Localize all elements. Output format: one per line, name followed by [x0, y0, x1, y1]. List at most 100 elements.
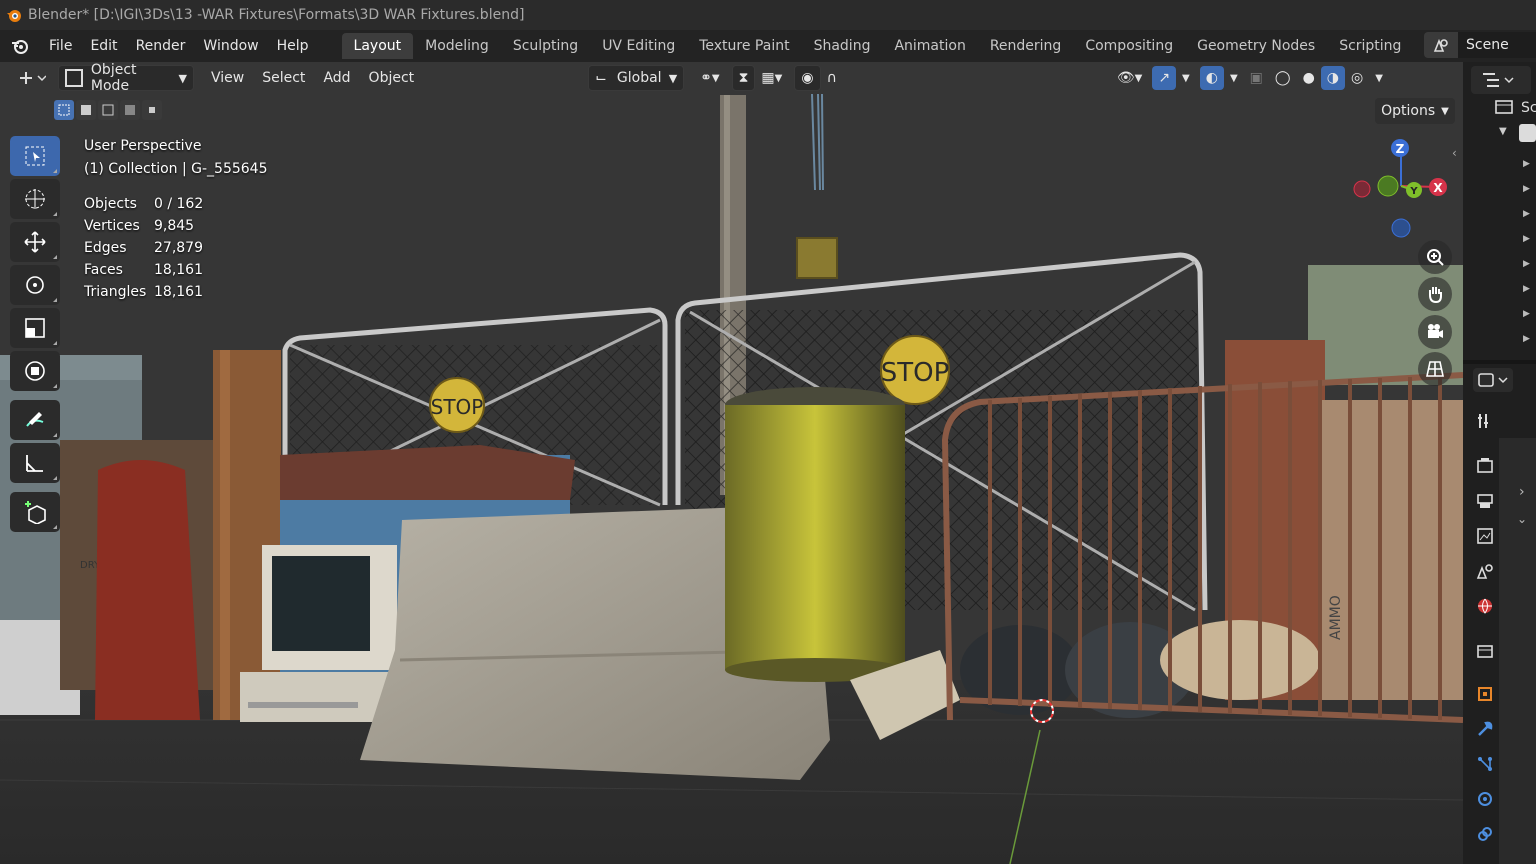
tool-properties-icon[interactable] — [1474, 410, 1496, 432]
render-properties-icon[interactable] — [1474, 455, 1496, 477]
camera-view-icon[interactable] — [1418, 315, 1452, 349]
gizmo-toggle-icon[interactable]: ↗ — [1152, 66, 1177, 90]
wireframe-shading-icon[interactable]: ◯ — [1269, 66, 1297, 90]
snap-target-icon[interactable]: ▦ ▼ — [755, 66, 788, 90]
stat-row: Vertices 9,845 — [84, 218, 203, 240]
properties-content-area — [1499, 438, 1536, 864]
view-layer-properties-icon[interactable] — [1474, 525, 1496, 547]
stat-label: Objects — [84, 196, 137, 212]
transform-orientation[interactable]: ⌙ Global ▼ — [588, 65, 685, 91]
menu-view[interactable]: View — [202, 70, 253, 86]
pan-hand-icon[interactable] — [1418, 277, 1452, 311]
transform-tool-icon[interactable] — [10, 351, 60, 391]
tab-rendering[interactable]: Rendering — [978, 33, 1074, 59]
stop-sign-right: STOP — [881, 358, 950, 388]
select-subtract-icon[interactable] — [98, 100, 118, 120]
stat-label: Vertices — [84, 218, 140, 234]
zoom-icon[interactable] — [1418, 240, 1452, 274]
menu-edit[interactable]: Edit — [81, 30, 126, 62]
tab-animation[interactable]: Animation — [882, 33, 977, 59]
tab-texture-paint[interactable]: Texture Paint — [687, 33, 801, 59]
scene-icon — [1424, 32, 1458, 58]
mode-selector[interactable]: Object Mode ▼ — [58, 62, 194, 94]
title-bar: Blender* [D:\IGI\3Ds\13 -WAR Fixtures\Fo… — [0, 0, 1536, 30]
tool-shelf — [10, 136, 62, 535]
proportional-falloff-icon[interactable]: ∩ — [821, 66, 843, 90]
blender-logo-icon — [7, 10, 21, 22]
blender-menu-icon[interactable] — [0, 37, 40, 55]
visibility-icon[interactable]: 👁 ▼ — [1111, 66, 1148, 90]
sidebar-toggle-icon[interactable]: ‹ — [1452, 146, 1457, 160]
cursor-tool-icon[interactable] — [10, 179, 60, 219]
select-new-icon[interactable] — [54, 100, 74, 120]
xray-toggle-icon[interactable]: ▣ — [1244, 66, 1269, 90]
rendered-shading-icon[interactable]: ◎ — [1345, 66, 1369, 90]
menu-file[interactable]: File — [40, 30, 81, 62]
scene-properties-icon[interactable] — [1474, 560, 1496, 582]
scene-selector[interactable]: Scene — [1424, 31, 1536, 59]
proportional-edit-icon[interactable]: ◉ — [794, 65, 821, 91]
material-preview-shading-icon[interactable]: ◑ — [1320, 66, 1346, 90]
gizmo-dropdown-icon[interactable]: ▼ — [1176, 66, 1196, 90]
world-properties-icon[interactable] — [1474, 595, 1496, 617]
tab-sculpting[interactable]: Sculpting — [501, 33, 590, 59]
overlays-dropdown-icon[interactable]: ▼ — [1224, 66, 1244, 90]
select-intersect-icon[interactable] — [142, 100, 162, 120]
stat-row: Objects 0 / 162 — [84, 196, 203, 218]
panel-divider — [1463, 360, 1536, 364]
menu-window[interactable]: Window — [194, 30, 267, 62]
tab-compositing[interactable]: Compositing — [1073, 33, 1185, 59]
select-invert-icon[interactable] — [120, 100, 140, 120]
modifier-properties-icon[interactable] — [1474, 718, 1496, 740]
menu-render[interactable]: Render — [127, 30, 195, 62]
collection-row-highlight[interactable] — [1519, 124, 1536, 142]
menu-select[interactable]: Select — [253, 70, 314, 86]
tab-modeling[interactable]: Modeling — [413, 33, 501, 59]
select-box-tool-icon[interactable] — [10, 136, 60, 176]
solid-shading-icon[interactable]: ● — [1297, 66, 1321, 90]
tab-uv-editing[interactable]: UV Editing — [590, 33, 687, 59]
scene-name[interactable]: Scene — [1458, 32, 1536, 58]
options-label: Options — [1381, 103, 1436, 119]
menu-help[interactable]: Help — [268, 30, 318, 62]
rotate-tool-icon[interactable] — [10, 265, 60, 305]
collection-properties-icon[interactable] — [1474, 640, 1496, 662]
orientation-icon: ⌙ — [595, 70, 607, 86]
tab-geometry-nodes[interactable]: Geometry Nodes — [1185, 33, 1327, 59]
collapse-chevron-icon[interactable]: › — [1519, 484, 1525, 500]
add-cube-tool-icon[interactable] — [10, 492, 60, 532]
snap-toggle-icon[interactable]: ⧗ — [731, 65, 756, 91]
axis-z-label: Z — [1396, 142, 1405, 156]
menu-object[interactable]: Object — [360, 70, 424, 86]
shading-dropdown-icon[interactable]: ▼ — [1369, 66, 1389, 90]
physics-properties-icon[interactable] — [1474, 788, 1496, 810]
options-button[interactable]: Options ▼ — [1375, 98, 1455, 124]
annotate-tool-icon[interactable] — [10, 400, 60, 440]
object-properties-icon[interactable] — [1474, 683, 1496, 705]
tab-shading[interactable]: Shading — [802, 33, 883, 59]
tab-layout[interactable]: Layout — [341, 33, 414, 59]
stat-row: Edges 27,879 — [84, 240, 203, 262]
menu-add[interactable]: Add — [314, 70, 359, 86]
particle-properties-icon[interactable] — [1474, 753, 1496, 775]
tab-scripting[interactable]: Scripting — [1327, 33, 1413, 59]
expand-arrow-icon[interactable]: ▼ — [1499, 126, 1507, 137]
crate-label: AMMO — [1328, 595, 1344, 640]
select-extend-icon[interactable] — [76, 100, 96, 120]
viewport-header: Object Mode ▼ View Select Add Object ⌙ G… — [0, 62, 1463, 94]
scale-tool-icon[interactable] — [10, 308, 60, 348]
orientation-label: Global — [616, 70, 662, 86]
move-tool-icon[interactable] — [10, 222, 60, 262]
navigation-gizmo[interactable]: Z X Y — [1340, 132, 1460, 242]
overlays-toggle-icon[interactable]: ◐ — [1199, 66, 1224, 90]
editor-type-icon[interactable] — [12, 66, 52, 90]
pivot-point-icon[interactable]: ⚭ ▼ — [694, 66, 725, 90]
expand-chevron-icon[interactable]: ⌄ — [1517, 512, 1527, 526]
properties-editor-type[interactable] — [1473, 368, 1513, 392]
outliner-display-mode[interactable] — [1471, 66, 1531, 94]
perspective-toggle-icon[interactable] — [1418, 352, 1452, 386]
measure-tool-icon[interactable] — [10, 443, 60, 483]
constraint-properties-icon[interactable] — [1474, 823, 1496, 845]
output-properties-icon[interactable] — [1474, 490, 1496, 512]
viewport-info: User Perspective (1) Collection | G-_555… — [84, 138, 268, 184]
